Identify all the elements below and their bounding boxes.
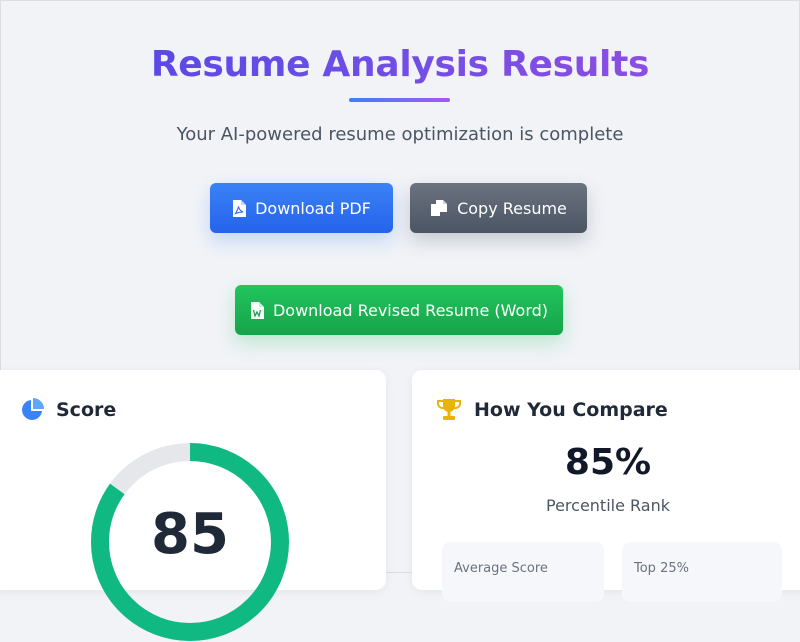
file-word-icon [250,301,264,319]
download-pdf-label: Download PDF [255,198,371,218]
download-word-label: Download Revised Resume (Word) [272,300,549,320]
download-pdf-button[interactable]: Download PDF [210,183,393,233]
copy-icon [431,200,448,216]
percentile-value: 85% [564,442,652,483]
score-card-header: Score [20,398,116,422]
percentile-label: Percentile Rank [546,496,670,515]
title-underline [349,98,450,102]
copy-resume-button[interactable]: Copy Resume [410,183,587,233]
compare-card: How You Compare 85% Percentile Rank Aver… [412,370,800,602]
pie-chart-icon [22,398,44,420]
compare-card-title: How You Compare [474,399,668,421]
score-card-title: Score [56,399,117,421]
score-card: Score 85 [0,370,386,641]
page-title: Resume Analysis Results [0,44,800,85]
page-subtitle: Your AI-powered resume optimization is c… [176,124,624,145]
copy-resume-label: Copy Resume [457,198,567,218]
average-score-box: Average Score [442,542,604,602]
file-pdf-icon [233,199,247,217]
score-value: 85 [151,502,229,567]
trophy-icon [437,399,461,420]
download-word-button[interactable]: Download Revised Resume (Word) [235,285,563,335]
top-25-label: Top 25% [634,561,689,576]
compare-card-header: How You Compare [436,398,668,422]
top-25-box: Top 25% [622,542,782,602]
average-score-label: Average Score [454,561,548,576]
